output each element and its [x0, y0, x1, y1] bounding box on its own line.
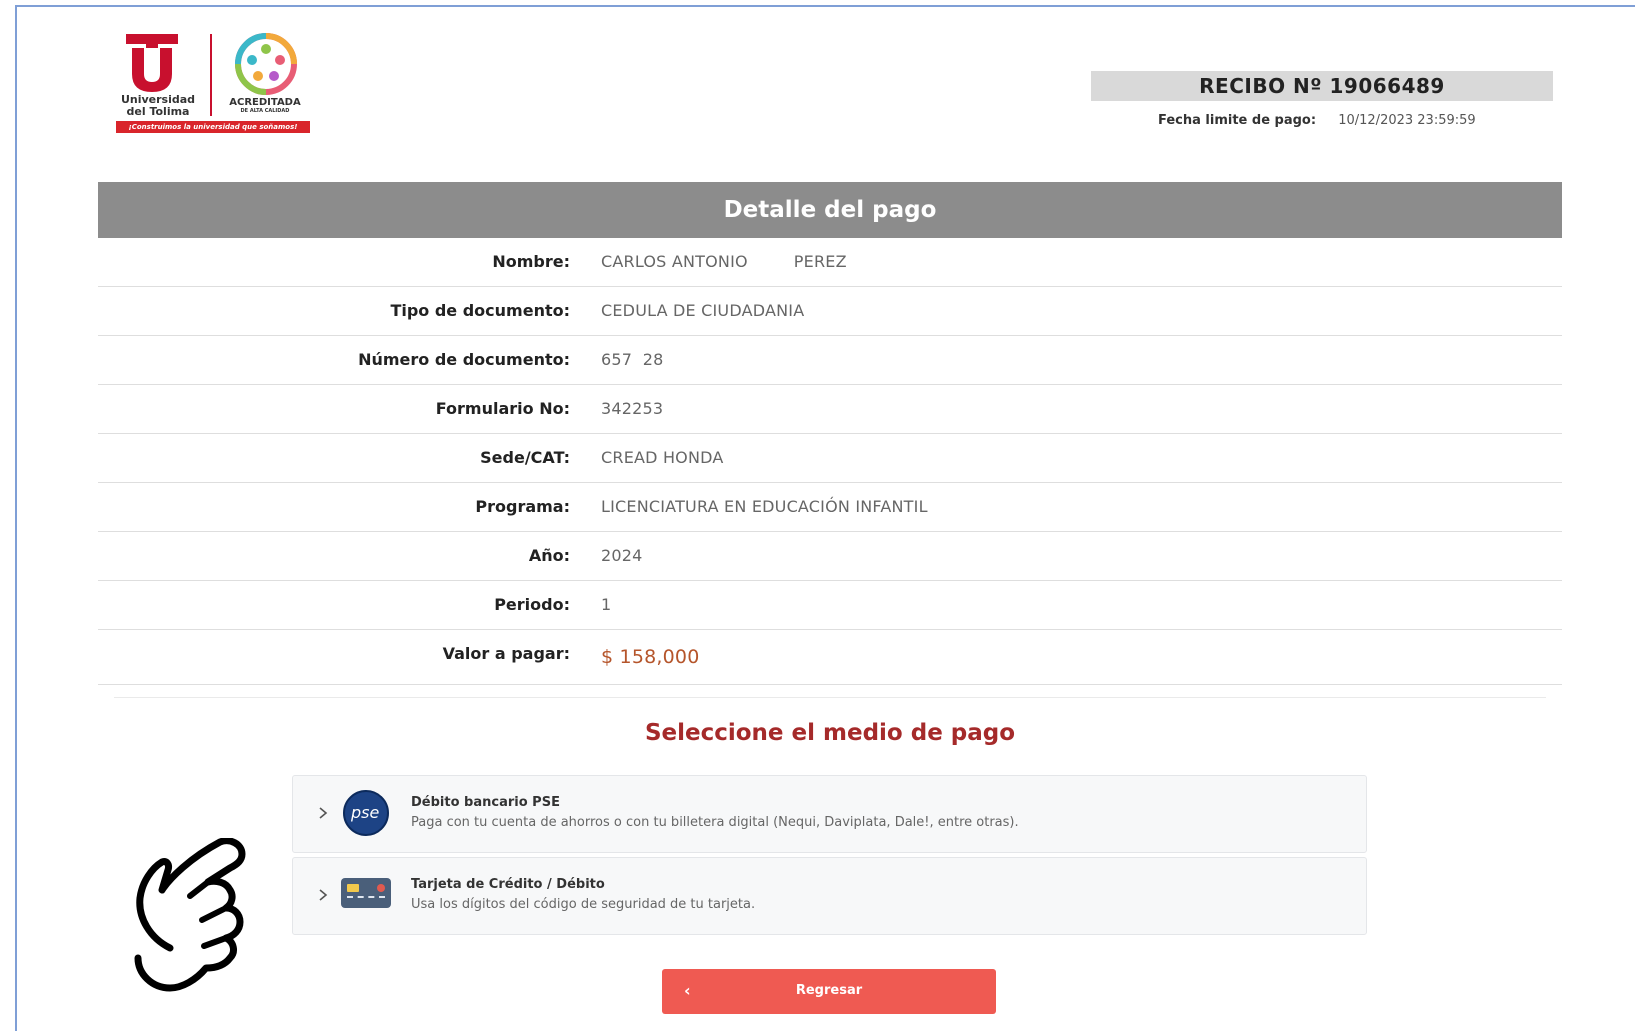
detail-row-name: Nombre: CARLOS ANTONIO PEREZ — [98, 238, 1562, 287]
row-label: Tipo de documento: — [390, 301, 570, 320]
payment-detail-header: Detalle del pago — [98, 182, 1562, 238]
detail-row-amount: Valor a pagar: $ 158,000 — [98, 630, 1562, 685]
back-button[interactable]: ‹ Regresar — [662, 969, 996, 1014]
deadline-value: 10/12/2023 23:59:59 — [1338, 113, 1476, 128]
receipt-number: RECIBO Nº 19066489 — [1091, 71, 1553, 101]
chevron-right-icon — [319, 889, 328, 901]
row-value: 342253 — [601, 399, 664, 418]
last-name: PEREZ — [793, 252, 847, 271]
university-logo: Universidad del Tolima ACREDITADA DE ALT… — [116, 30, 312, 136]
pointing-hand-icon — [134, 838, 246, 992]
logo-divider — [210, 34, 212, 116]
row-label: Número de documento: — [358, 350, 570, 369]
row-value: CREAD HONDA — [601, 448, 724, 467]
detail-row-campus: Sede/CAT: CREAD HONDA — [98, 434, 1562, 483]
deadline-label: Fecha limite de pago: — [1158, 113, 1317, 128]
slogan-banner: ¡Construimos la universidad que soñamos! — [116, 121, 310, 133]
accreditation-sublabel: DE ALTA CALIDAD — [240, 108, 290, 114]
university-name: Universidad del Tolima — [120, 93, 196, 118]
row-value: LICENCIATURA EN EDUCACIÓN INFANTIL — [601, 497, 928, 516]
ut-logo-icon — [126, 34, 178, 92]
accreditation-icon — [235, 33, 297, 95]
payment-deadline: Fecha limite de pago: 10/12/2023 23:59:5… — [1158, 113, 1476, 128]
pse-logo-text: pse — [351, 803, 380, 822]
row-label: Año: — [528, 546, 570, 565]
row-value: CEDULA DE CIUDADANIA — [601, 301, 805, 320]
option-title: Tarjeta de Crédito / Débito — [411, 877, 605, 892]
payment-option-card[interactable]: Tarjeta de Crédito / Débito Usa los dígi… — [292, 857, 1367, 935]
row-value: 1 — [601, 595, 612, 614]
detail-row-form-number: Formulario No: 342253 — [98, 385, 1562, 434]
row-value: 657 28 — [601, 350, 664, 369]
option-title: Débito bancario PSE — [411, 795, 560, 810]
payment-option-pse[interactable]: pse Débito bancario PSE Paga con tu cuen… — [292, 775, 1367, 853]
chevron-right-icon — [319, 807, 328, 819]
row-label: Formulario No: — [435, 399, 570, 418]
option-description: Usa los dígitos del código de seguridad … — [411, 897, 756, 912]
amount-value: $ 158,000 — [601, 646, 700, 668]
row-label: Nombre: — [492, 252, 570, 271]
section-divider — [114, 697, 1546, 698]
payment-detail-table: Nombre: CARLOS ANTONIO PEREZ Tipo de docu… — [98, 238, 1562, 685]
option-description: Paga con tu cuenta de ahorros o con tu b… — [411, 815, 1019, 830]
detail-row-program: Programa: LICENCIATURA EN EDUCACIÓN INFA… — [98, 483, 1562, 532]
detail-row-period: Periodo: 1 — [98, 581, 1562, 630]
row-label: Sede/CAT: — [480, 448, 570, 467]
payment-method-title: Seleccione el medio de pago — [644, 720, 1016, 746]
back-button-label: Regresar — [795, 983, 863, 998]
pse-logo-icon: pse — [343, 790, 389, 836]
detail-row-document-number: Número de documento: 657 28 — [98, 336, 1562, 385]
row-value: CARLOS ANTONIO PEREZ — [601, 252, 847, 271]
first-names: CARLOS ANTONIO — [601, 252, 748, 271]
accreditation-label: ACREDITADA — [229, 97, 301, 108]
row-label: Periodo: — [494, 595, 570, 614]
row-label: Valor a pagar: — [442, 644, 570, 663]
detail-row-year: Año: 2024 — [98, 532, 1562, 581]
detail-row-document-type: Tipo de documento: CEDULA DE CIUDADANIA — [98, 287, 1562, 336]
row-value: 2024 — [601, 546, 643, 565]
row-label: Programa: — [475, 497, 570, 516]
credit-card-icon — [341, 878, 391, 908]
